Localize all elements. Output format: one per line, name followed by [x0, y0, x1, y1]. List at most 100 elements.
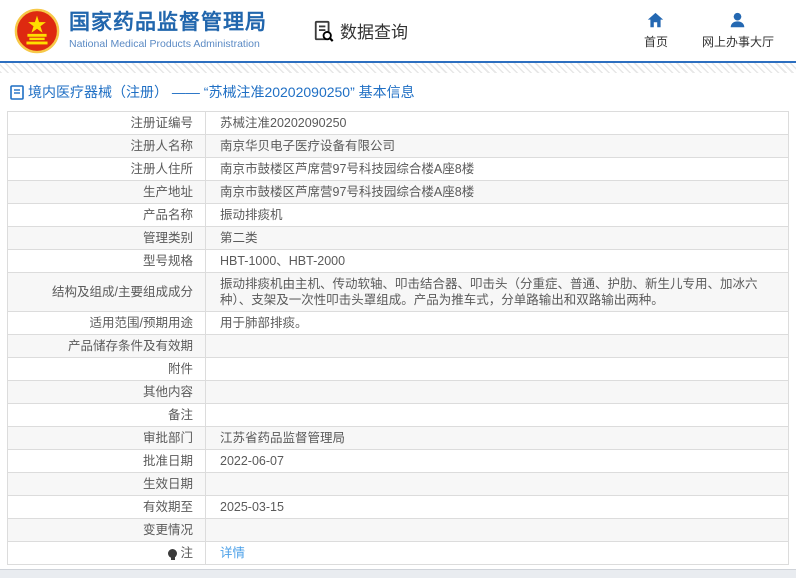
nav-service-hall[interactable]: 网上办事大厅 [702, 12, 774, 50]
table-row: 适用范围/预期用途 用于肺部排痰。 [8, 312, 788, 335]
row-label-text: 产品名称 [142, 208, 193, 222]
row-value: 用于肺部排痰。 [220, 316, 308, 330]
row-label-text: 备注 [167, 408, 193, 422]
row-value: 江苏省药品监督管理局 [220, 431, 346, 445]
main-content: 注册证编号 苏械注准20202090250 注册人名称 南京华贝电子医疗设备有限公司注… [0, 111, 796, 565]
table-row: 变更情况 [8, 519, 788, 542]
table-row: 审批部门 江苏省药品监督管理局 [8, 427, 788, 450]
nav-service-hall-label: 网上办事大厅 [701, 34, 774, 49]
row-label: 有效期至 [8, 496, 206, 518]
row-label: 注册人名称 [8, 135, 206, 157]
row-value: 苏械注准20202090250 [220, 116, 347, 130]
row-value [206, 519, 788, 541]
row-value: 南京市鼓楼区芦席营97号科技园综合楼A座8楼 [220, 162, 475, 176]
details-link[interactable]: 详情 [220, 545, 245, 561]
row-value: 2022-06-07 [220, 454, 284, 468]
header-nav: 首页 网上办事大厅 [644, 12, 774, 50]
site-title: 国家药品监督管理局 [69, 11, 267, 35]
row-value [206, 404, 788, 426]
table-row: 管理类别 第二类 [8, 227, 788, 250]
table-row: 注册人住所 南京市鼓楼区芦席营97号科技园综合楼A座8楼 [8, 158, 788, 181]
data-query-tab[interactable]: 数据查询 [313, 18, 408, 43]
table-row: 产品名称 振动排痰机 [8, 204, 788, 227]
home-icon [648, 12, 664, 27]
row-label-text: 其他内容 [142, 385, 193, 399]
row-label-text: 注 [180, 546, 193, 560]
hatched-divider [0, 63, 796, 73]
row-label-text: 审批部门 [142, 431, 193, 445]
page-title: 境内医疗器械（注册） —— “苏械注准20202090250” 基本信息 [28, 84, 415, 100]
logo-text: 国家药品监督管理局 National Medical Products Admi… [69, 11, 267, 49]
row-label: 结构及组成/主要组成成分 [8, 273, 206, 311]
table-row: 批准日期 2022-06-07 [8, 450, 788, 473]
row-label: 附件 [8, 358, 206, 380]
row-label: 其他内容 [8, 381, 206, 403]
row-value: HBT-1000、HBT-2000 [220, 254, 346, 268]
row-label-text: 批准日期 [142, 454, 193, 468]
row-label: 产品储存条件及有效期 [8, 335, 206, 357]
info-table: 注册证编号 苏械注准20202090250 注册人名称 南京华贝电子医疗设备有限公司注… [7, 111, 789, 565]
footer-strip [0, 569, 796, 578]
note-icon [168, 548, 178, 560]
row-label-text: 结构及组成/主要组成成分 [52, 285, 193, 299]
row-label-text: 附件 [167, 362, 193, 376]
row-value: 振动排痰机 [220, 208, 283, 222]
table-row: 生效日期 [8, 473, 788, 496]
table-row: 结构及组成/主要组成成分 振动排痰机由主机、传动软轴、叩击结合器、叩击头（分重症、… [8, 273, 788, 312]
table-row: 注册证编号 苏械注准20202090250 [8, 112, 788, 135]
breadcrumb: 境内医疗器械（注册） —— “苏械注准20202090250” 基本信息 [0, 73, 796, 111]
document-icon [10, 84, 24, 100]
row-value: 2025-03-15 [220, 500, 284, 514]
row-value [206, 381, 788, 403]
row-label: 备注 [8, 404, 206, 426]
row-label: 生效日期 [8, 473, 206, 495]
document-search-icon [314, 20, 334, 42]
row-label-text: 变更情况 [142, 523, 193, 537]
row-value: 南京市鼓楼区芦席营97号科技园综合楼A座8楼 [220, 185, 475, 199]
row-label-text: 型号规格 [142, 254, 193, 268]
row-label: 审批部门 [8, 427, 206, 449]
nav-home[interactable]: 首页 [644, 12, 668, 50]
site-header: 国家药品监督管理局 National Medical Products Admi… [0, 0, 796, 63]
page: 国家药品监督管理局 National Medical Products Admi… [0, 0, 796, 578]
table-row: 其他内容 [8, 381, 788, 404]
data-query-label: 数据查询 [340, 23, 408, 42]
row-label-text: 管理类别 [142, 231, 193, 245]
row-label-text: 生产地址 [142, 185, 193, 199]
row-label-text: 适用范围/预期用途 [89, 316, 193, 330]
row-value [206, 335, 788, 357]
table-row: 型号规格 HBT-1000、HBT-2000 [8, 250, 788, 273]
row-label: 适用范围/预期用途 [8, 312, 206, 334]
national-emblem-icon [14, 8, 60, 53]
row-label: 生产地址 [8, 181, 206, 203]
person-icon [731, 12, 745, 27]
row-label-text: 注册人住所 [130, 162, 193, 176]
row-label-text: 生效日期 [142, 477, 193, 491]
table-row: 注册人名称 南京华贝电子医疗设备有限公司 [8, 135, 788, 158]
row-label-text: 注册证编号 [130, 116, 193, 130]
table-row: 备注 [8, 404, 788, 427]
row-value: 振动排痰机由主机、传动软轴、叩击结合器、叩击头（分重症、普通、护肋、新生儿专用、… [220, 277, 758, 307]
row-value [206, 358, 788, 380]
row-label-text: 注册人名称 [130, 139, 193, 153]
row-label: 管理类别 [8, 227, 206, 249]
row-label: 注 [8, 542, 206, 564]
table-row: 注 详情 [8, 542, 788, 565]
row-value: 第二类 [220, 231, 258, 245]
table-row: 有效期至 2025-03-15 [8, 496, 788, 519]
row-label: 批准日期 [8, 450, 206, 472]
site-logo[interactable]: 国家药品监督管理局 National Medical Products Admi… [14, 8, 267, 54]
row-label-text: 产品储存条件及有效期 [67, 339, 193, 353]
nav-home-label: 首页 [643, 34, 668, 49]
row-label: 产品名称 [8, 204, 206, 226]
row-value: 详情 [206, 542, 788, 564]
table-row: 附件 [8, 358, 788, 381]
table-row: 产品储存条件及有效期 [8, 335, 788, 358]
site-subtitle: National Medical Products Administration [69, 37, 260, 50]
row-label: 注册证编号 [8, 112, 206, 134]
row-label: 型号规格 [8, 250, 206, 272]
row-value: 南京华贝电子医疗设备有限公司 [220, 139, 396, 153]
row-label: 变更情况 [8, 519, 206, 541]
row-label: 注册人住所 [8, 158, 206, 180]
table-row: 生产地址 南京市鼓楼区芦席营97号科技园综合楼A座8楼 [8, 181, 788, 204]
